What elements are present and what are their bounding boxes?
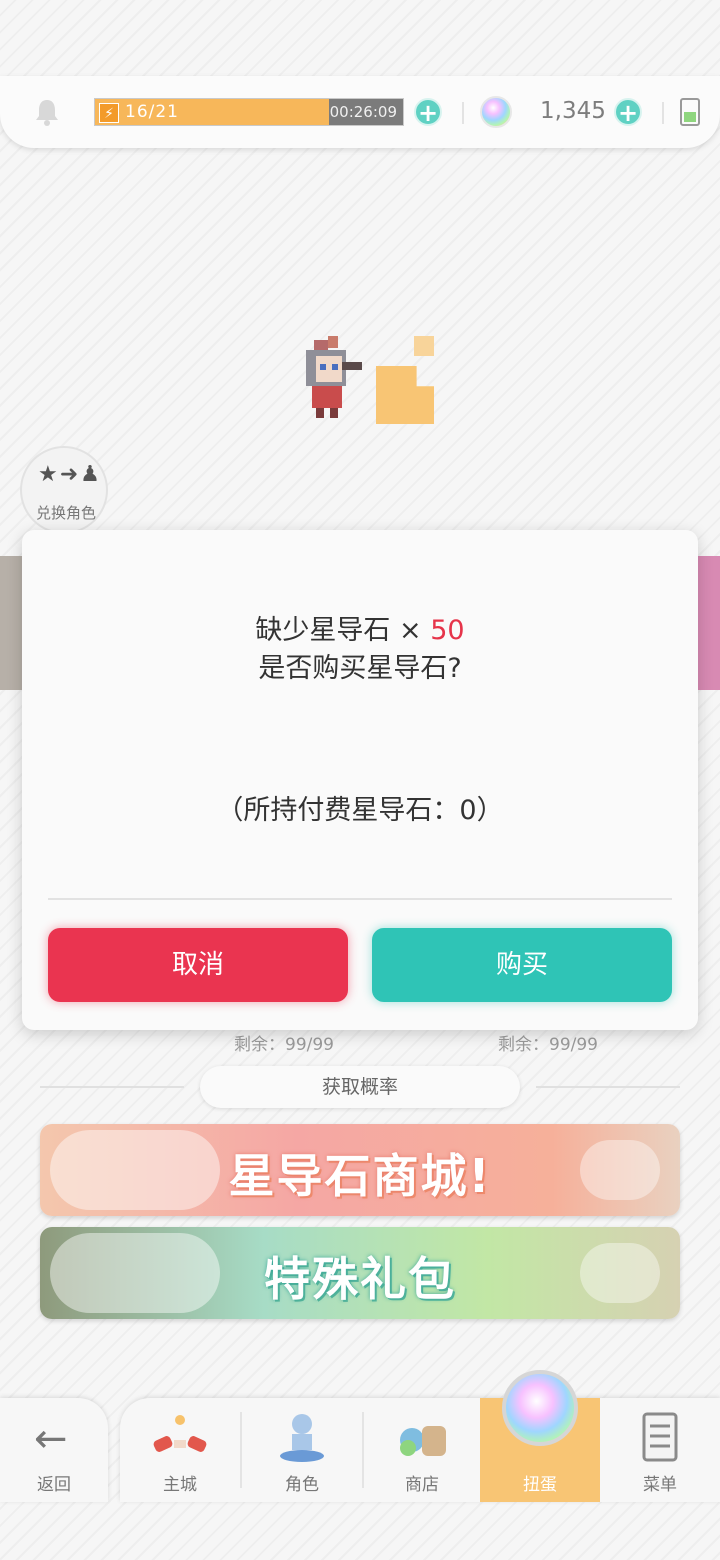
nav-label: 主城 <box>163 1475 197 1495</box>
nav-label: 商店 <box>405 1475 439 1495</box>
cancel-button[interactable]: 取消 <box>48 928 348 1002</box>
nav-item-main-city[interactable]: 主城 <box>120 1398 240 1502</box>
nav-item-character[interactable]: 角色 <box>242 1398 362 1502</box>
gem-count: 1,345 <box>540 98 606 124</box>
lightning-icon: ⚡ <box>99 103 119 123</box>
battery-icon <box>680 98 700 126</box>
nav-label: 角色 <box>285 1475 319 1495</box>
drop-rate-button[interactable]: 获取概率 <box>200 1066 520 1108</box>
purchase-dialog: 缺少星导石 × 50 是否购买星导石? （所持付费星导石：0） 取消 购买 <box>22 530 698 1030</box>
stamina-bar: ⚡ 16/21 00:26:09 <box>94 98 404 126</box>
shortage-count: 50 <box>430 615 465 646</box>
special-pack-banner[interactable]: 特殊礼包 <box>40 1227 680 1319</box>
pixel-character-sprite <box>306 336 362 418</box>
character-icon <box>280 1414 324 1462</box>
add-stamina-button[interactable]: + <box>414 98 442 127</box>
paid-stone-holding: （所持付费星导石：0） <box>216 795 504 826</box>
right-remaining-count: 剩余：99/99 <box>498 1035 598 1055</box>
add-gems-button[interactable]: + <box>614 98 642 127</box>
nav-label: 扭蛋 <box>523 1475 557 1495</box>
castle-icon <box>153 1415 207 1452</box>
nav-item-menu[interactable]: 菜单 <box>600 1398 720 1502</box>
pixel-block <box>376 366 434 424</box>
divider <box>48 898 672 900</box>
status-bar: ⚡ 16/21 00:26:09 + 1,345 + <box>0 76 720 148</box>
shortage-message: 缺少星导石 × 50 <box>22 608 698 647</box>
gift-bags-decoration <box>580 1243 660 1303</box>
menu-icon <box>642 1412 678 1462</box>
nav-item-gacha[interactable]: 扭蛋 <box>480 1370 600 1502</box>
divider <box>536 1086 680 1088</box>
left-remaining-count: 剩余：99/99 <box>234 1035 334 1055</box>
star-to-person-icon: ★➜♟ <box>38 462 102 487</box>
bottom-nav: 主城 角色 商店 扭蛋 菜单 <box>120 1370 720 1502</box>
left-banner-peek[interactable] <box>0 556 22 690</box>
pixel-block <box>414 336 434 356</box>
gacha-icon <box>502 1370 578 1446</box>
nav-item-shop[interactable]: 商店 <box>362 1398 482 1502</box>
back-label: 返回 <box>37 1475 71 1495</box>
purchase-question: 是否购买星导石? <box>258 653 462 684</box>
divider <box>40 1086 184 1088</box>
stamina-timer: 00:26:09 <box>329 103 397 121</box>
buy-button[interactable]: 购买 <box>372 928 672 1002</box>
shortage-text: 缺少星导石 × <box>255 615 431 646</box>
divider <box>662 102 664 124</box>
star-stone-icon <box>480 96 512 128</box>
nav-label: 菜单 <box>643 1475 677 1495</box>
divider <box>462 102 464 124</box>
star-stone-shop-banner[interactable]: 星导石商城! <box>40 1124 680 1216</box>
back-arrow-icon: ← <box>34 1416 68 1462</box>
shop-icon <box>400 1426 446 1456</box>
gems-decoration <box>580 1140 660 1200</box>
exchange-character-button[interactable]: ★➜♟ 兑换角色 <box>20 446 108 534</box>
bell-icon[interactable] <box>34 98 60 126</box>
right-banner-peek[interactable] <box>698 556 720 690</box>
stamina-text: 16/21 <box>125 102 179 122</box>
back-button[interactable]: ← 返回 <box>0 1398 108 1502</box>
exchange-character-label: 兑换角色 <box>35 504 96 522</box>
